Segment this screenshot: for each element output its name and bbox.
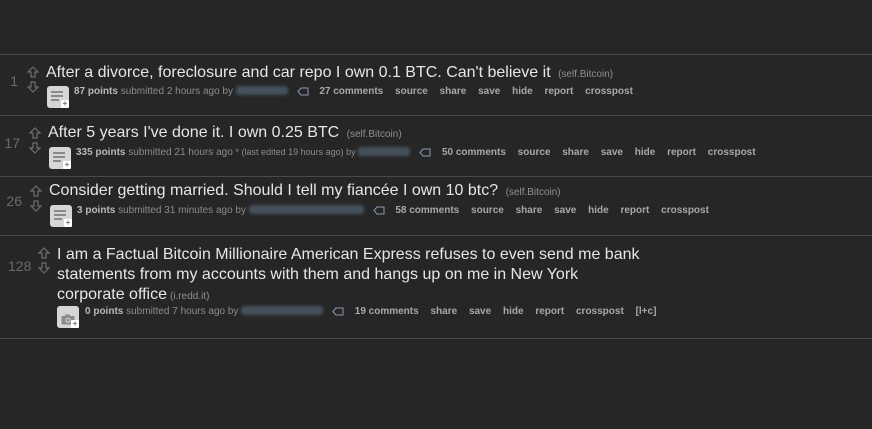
comments-link[interactable]: 19 comments <box>355 306 419 317</box>
post-rank: 1 <box>10 73 18 89</box>
post-title-link[interactable]: After a divorce, foreclosure and car rep… <box>46 64 551 81</box>
post-score: 0 points <box>85 306 124 317</box>
post-title[interactable]: After 5 years I've done it. I own 0.25 B… <box>48 123 402 145</box>
save-button[interactable]: save <box>478 86 500 97</box>
comments-link[interactable]: 50 comments <box>442 147 506 158</box>
flair-tag-icon <box>296 87 309 99</box>
post-rank: 26 <box>6 193 22 209</box>
post-rank: 128 <box>8 258 32 274</box>
crosspost-button[interactable]: crosspost <box>661 205 709 216</box>
upvote-arrow-icon[interactable] <box>30 185 42 197</box>
save-button[interactable]: save <box>601 147 623 158</box>
crosspost-button[interactable]: crosspost <box>585 86 633 97</box>
post-listing: 1 + After a divorce, foreclosure and car… <box>0 54 872 339</box>
downvote-arrow-icon[interactable] <box>30 200 42 212</box>
post-score: 3 points <box>77 205 116 216</box>
post-tagline: 3 points submitted 31 minutes ago by 58 … <box>77 205 718 218</box>
downvote-arrow-icon[interactable] <box>27 81 39 93</box>
author-name[interactable] <box>358 147 411 156</box>
report-button[interactable]: report <box>620 205 649 216</box>
post-rank: 17 <box>4 135 20 151</box>
post-submitted: submitted 2 hours ago by <box>120 86 233 97</box>
flair-tag-icon <box>372 206 385 218</box>
save-button[interactable]: save <box>554 205 576 216</box>
post-tagline: 335 points submitted 21 hours ago * (las… <box>76 147 765 160</box>
hide-button[interactable]: hide <box>635 147 656 158</box>
expand-plus-icon: + <box>64 218 72 227</box>
downvote-arrow-icon[interactable] <box>38 262 50 274</box>
post-submitted: submitted 31 minutes ago by <box>118 205 246 216</box>
post-domain[interactable]: (self.Bitcoin) <box>347 129 402 140</box>
author-name[interactable] <box>241 306 324 315</box>
post-submitted: submitted 21 hours ago <box>128 147 233 158</box>
post-tagline: 0 points submitted 7 hours ago by 19 com… <box>85 306 665 319</box>
post-title-link[interactable]: After 5 years I've done it. I own 0.25 B… <box>48 124 339 141</box>
source-button[interactable]: source <box>518 147 551 158</box>
vote-arrows <box>30 185 44 215</box>
vote-arrows <box>29 127 43 157</box>
post-tagline: 87 points submitted 2 hours ago by 27 co… <box>74 86 642 99</box>
post-score: 87 points <box>74 86 118 97</box>
comments-link[interactable]: 27 comments <box>319 86 383 97</box>
post-edited-note: * (last edited 19 hours ago) by <box>235 147 356 157</box>
post-submitted: submitted 7 hours ago by <box>126 306 239 317</box>
post-title[interactable]: After a divorce, foreclosure and car rep… <box>46 63 613 85</box>
share-button[interactable]: share <box>516 205 543 216</box>
post-title-line-3[interactable]: corporate office <box>57 286 167 303</box>
share-button[interactable]: share <box>430 306 457 317</box>
save-button[interactable]: save <box>469 306 491 317</box>
expand-plus-icon: + <box>61 99 69 108</box>
flair-tag-icon <box>332 307 344 319</box>
source-button[interactable]: source <box>395 86 428 97</box>
self-post-thumbnail[interactable]: + <box>50 205 72 227</box>
share-button[interactable]: share <box>562 147 589 158</box>
post-score: 335 points <box>76 147 126 158</box>
post-domain[interactable]: (self.Bitcoin) <box>558 69 613 80</box>
flair-tag-icon <box>419 148 431 160</box>
source-button[interactable]: source <box>471 205 504 216</box>
post-title[interactable]: Consider getting married. Should I tell … <box>49 181 561 203</box>
crosspost-button[interactable]: crosspost <box>708 147 756 158</box>
report-button[interactable]: report <box>544 86 573 97</box>
author-name[interactable] <box>248 205 364 214</box>
crosspost-button[interactable]: crosspost <box>576 306 624 317</box>
link-comments-button[interactable]: [l+c] <box>636 306 657 317</box>
post-title[interactable]: I am a Factual Bitcoin Millionaire Ameri… <box>57 245 757 307</box>
self-post-thumbnail[interactable]: + <box>49 147 71 169</box>
downvote-arrow-icon[interactable] <box>29 142 41 154</box>
upvote-arrow-icon[interactable] <box>29 127 41 139</box>
vote-arrows <box>27 66 41 96</box>
hide-button[interactable]: hide <box>588 205 609 216</box>
post-row: 17 + After 5 years I've done it. I own 0… <box>0 115 872 176</box>
report-button[interactable]: report <box>535 306 564 317</box>
post-row: 26 + Consider getting married. Should I … <box>0 176 872 235</box>
share-button[interactable]: share <box>440 86 467 97</box>
hide-button[interactable]: hide <box>512 86 533 97</box>
expand-plus-icon: + <box>63 160 71 169</box>
expand-plus-icon: + <box>71 319 79 328</box>
upvote-arrow-icon[interactable] <box>27 66 39 78</box>
post-title-line-2[interactable]: statements from my accounts with them an… <box>57 265 757 285</box>
upvote-arrow-icon[interactable] <box>38 247 50 259</box>
vote-arrows <box>38 247 52 277</box>
post-row: 128 + I am a Factual Bitcoin Millionaire… <box>0 235 872 339</box>
comments-link[interactable]: 58 comments <box>395 205 459 216</box>
self-post-thumbnail[interactable]: + <box>47 86 69 108</box>
post-domain[interactable]: (self.Bitcoin) <box>506 187 561 198</box>
post-title-link[interactable]: Consider getting married. Should I tell … <box>49 182 498 199</box>
author-name[interactable] <box>235 86 288 95</box>
report-button[interactable]: report <box>667 147 696 158</box>
image-post-thumbnail[interactable]: + <box>57 306 79 328</box>
hide-button[interactable]: hide <box>503 306 524 317</box>
post-title-line-1[interactable]: I am a Factual Bitcoin Millionaire Ameri… <box>57 245 757 265</box>
post-domain[interactable]: (i.redd.it) <box>170 291 209 302</box>
post-row: 1 + After a divorce, foreclosure and car… <box>0 54 872 115</box>
